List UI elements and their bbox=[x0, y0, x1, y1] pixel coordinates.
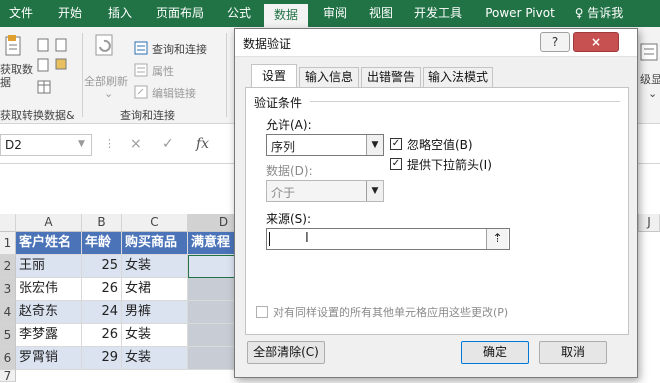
tab-ime-mode[interactable]: 输入法模式 bbox=[423, 67, 493, 87]
row-header-5[interactable]: 5 bbox=[0, 324, 16, 347]
ribbon-separator bbox=[82, 33, 83, 117]
table-cell-name[interactable]: 王丽 bbox=[16, 255, 82, 278]
queries-icon bbox=[134, 41, 148, 55]
properties-icon bbox=[134, 63, 148, 77]
dropdown-arrow-checkbox[interactable]: ✓ bbox=[390, 158, 402, 170]
tab-settings[interactable]: 设置 bbox=[251, 64, 297, 88]
ribbon-separator bbox=[226, 33, 227, 117]
source-label: 来源(S): bbox=[266, 212, 312, 226]
fx-icon[interactable]: fx bbox=[196, 136, 209, 152]
tab-tell-me[interactable]: ♀ 告诉我 bbox=[568, 0, 630, 27]
table-cell-name[interactable]: 李梦露 bbox=[16, 324, 82, 347]
data-select: 介于 ▼ bbox=[266, 180, 384, 202]
tab-insert[interactable]: 插入 bbox=[100, 0, 140, 27]
chevron-down-icon[interactable]: ▼ bbox=[366, 135, 383, 155]
row-header-3[interactable]: 3 bbox=[0, 278, 16, 301]
queries-connections-button[interactable]: 查询和连接 bbox=[152, 41, 207, 57]
tab-power-pivot[interactable]: Power Pivot bbox=[480, 0, 560, 27]
more-icon: ⋮ bbox=[104, 137, 115, 150]
section-title: 验证条件 bbox=[254, 96, 303, 110]
text-cursor bbox=[269, 232, 270, 246]
tab-data[interactable]: 数据 bbox=[264, 4, 308, 27]
table-cell-age[interactable]: 29 bbox=[82, 347, 122, 370]
collapse-dialog-icon[interactable]: ⇡ bbox=[486, 229, 508, 249]
select-all-corner[interactable] bbox=[0, 214, 16, 232]
refresh-all-icon[interactable] bbox=[92, 33, 118, 61]
apply-all-checkbox[interactable] bbox=[256, 306, 268, 318]
header-cell-name[interactable]: 客户姓名 bbox=[16, 232, 82, 255]
col-header-a[interactable]: A bbox=[16, 214, 82, 232]
ribbon-tab-bar: 文件 开始 插入 页面布局 公式 数据 审阅 视图 开发工具 Power Piv… bbox=[0, 0, 660, 27]
dialog-title: 数据验证 bbox=[243, 37, 292, 51]
table-cell-name[interactable]: 赵奇东 bbox=[16, 301, 82, 324]
allow-select[interactable]: 序列 ▼ bbox=[266, 134, 384, 156]
tab-home[interactable]: 开始 bbox=[50, 0, 90, 27]
table-cell-age[interactable]: 26 bbox=[82, 324, 122, 347]
table-cell-item[interactable]: 女装 bbox=[122, 347, 188, 370]
connections-group-label: 查询和连接 bbox=[120, 109, 175, 122]
row-header-7[interactable]: 7 bbox=[0, 370, 16, 382]
edit-links-button[interactable]: 编辑链接 bbox=[152, 85, 196, 101]
section-divider bbox=[310, 101, 620, 102]
table-cell-age[interactable]: 25 bbox=[82, 255, 122, 278]
tab-view[interactable]: 视图 bbox=[364, 0, 398, 27]
ignore-blank-checkbox[interactable]: ✓ bbox=[390, 138, 402, 150]
dropdown-arrow-label[interactable]: 提供下拉箭头(I) bbox=[407, 156, 492, 173]
refresh-dropdown-icon[interactable]: ⌄ bbox=[104, 87, 113, 100]
allow-value: 序列 bbox=[271, 140, 296, 154]
outline-dropdown-icon[interactable]: ⌄ bbox=[648, 87, 657, 100]
tab-formulas[interactable]: 公式 bbox=[222, 0, 256, 27]
tab-input-message[interactable]: 输入信息 bbox=[299, 67, 359, 87]
row-header-6[interactable]: 6 bbox=[0, 347, 16, 370]
data-value: 介于 bbox=[271, 186, 296, 200]
row-header-4[interactable]: 4 bbox=[0, 301, 16, 324]
row-header-2[interactable]: 2 bbox=[0, 255, 16, 278]
table-cell-item[interactable]: 男裤 bbox=[122, 301, 188, 324]
row-header-1[interactable]: 1 bbox=[0, 232, 16, 255]
ok-button[interactable]: 确定 bbox=[461, 341, 529, 364]
cancel-button[interactable]: 取消 bbox=[539, 341, 607, 364]
get-data-label[interactable]: 获取数 据 bbox=[0, 63, 33, 89]
properties-button[interactable]: 属性 bbox=[152, 63, 174, 79]
table-cell-item[interactable]: 女装 bbox=[122, 255, 188, 278]
tab-error-alert[interactable]: 出错警告 bbox=[361, 67, 421, 87]
data-validation-dialog: 数据验证 ? × 设置 输入信息 出错警告 输入法模式 验证条件 允许(A): … bbox=[234, 28, 638, 378]
get-transform-icons[interactable] bbox=[36, 37, 78, 97]
dialog-title-bar[interactable]: 数据验证 ? × bbox=[235, 29, 637, 57]
table-cell-item[interactable]: 女裙 bbox=[122, 278, 188, 301]
outline-label[interactable]: 级显示 bbox=[640, 71, 660, 87]
help-button[interactable]: ? bbox=[540, 32, 570, 52]
col-header-b[interactable]: B bbox=[82, 214, 122, 232]
data-label: 数据(D): bbox=[266, 164, 313, 178]
table-cell-age[interactable]: 24 bbox=[82, 301, 122, 324]
clear-all-button[interactable]: 全部清除(C) bbox=[247, 341, 325, 364]
table-cell-age[interactable]: 26 bbox=[82, 278, 122, 301]
edit-links-icon bbox=[134, 85, 148, 99]
tab-file[interactable]: 文件 bbox=[4, 0, 38, 27]
name-box-dropdown-icon[interactable]: ▼ bbox=[78, 136, 85, 152]
get-transform-group-label: 获取转换数据& bbox=[0, 109, 75, 122]
col-header-j[interactable]: J bbox=[638, 214, 660, 232]
allow-label: 允许(A): bbox=[266, 118, 312, 132]
enter-icon[interactable]: ✓ bbox=[162, 136, 174, 152]
close-button[interactable]: × bbox=[573, 32, 619, 52]
i-beam-cursor-icon: I bbox=[305, 231, 309, 246]
outline-icon[interactable] bbox=[640, 43, 658, 61]
table-cell-item[interactable]: 女装 bbox=[122, 324, 188, 347]
tab-review[interactable]: 审阅 bbox=[318, 0, 352, 27]
tab-developer[interactable]: 开发工具 bbox=[410, 0, 466, 27]
tab-page-layout[interactable]: 页面布局 bbox=[152, 0, 208, 27]
apply-all-label[interactable]: 对有同样设置的所有其他单元格应用这些更改(P) bbox=[273, 304, 508, 320]
get-data-icon[interactable] bbox=[4, 33, 26, 61]
col-header-c[interactable]: C bbox=[122, 214, 188, 232]
source-input[interactable]: I bbox=[266, 228, 510, 250]
settings-panel: 验证条件 允许(A): 序列 ▼ ✓ 忽略空值(B) ✓ 提供下拉箭头(I) 数… bbox=[245, 87, 629, 335]
chevron-down-icon: ▼ bbox=[366, 181, 383, 201]
cancel-icon[interactable]: × bbox=[130, 136, 142, 152]
header-cell-item[interactable]: 购买商品 bbox=[122, 232, 188, 255]
table-cell-name[interactable]: 张宏伟 bbox=[16, 278, 82, 301]
header-cell-age[interactable]: 年龄 bbox=[82, 232, 122, 255]
ignore-blank-label[interactable]: 忽略空值(B) bbox=[407, 136, 473, 153]
table-cell-name[interactable]: 罗霄销 bbox=[16, 347, 82, 370]
